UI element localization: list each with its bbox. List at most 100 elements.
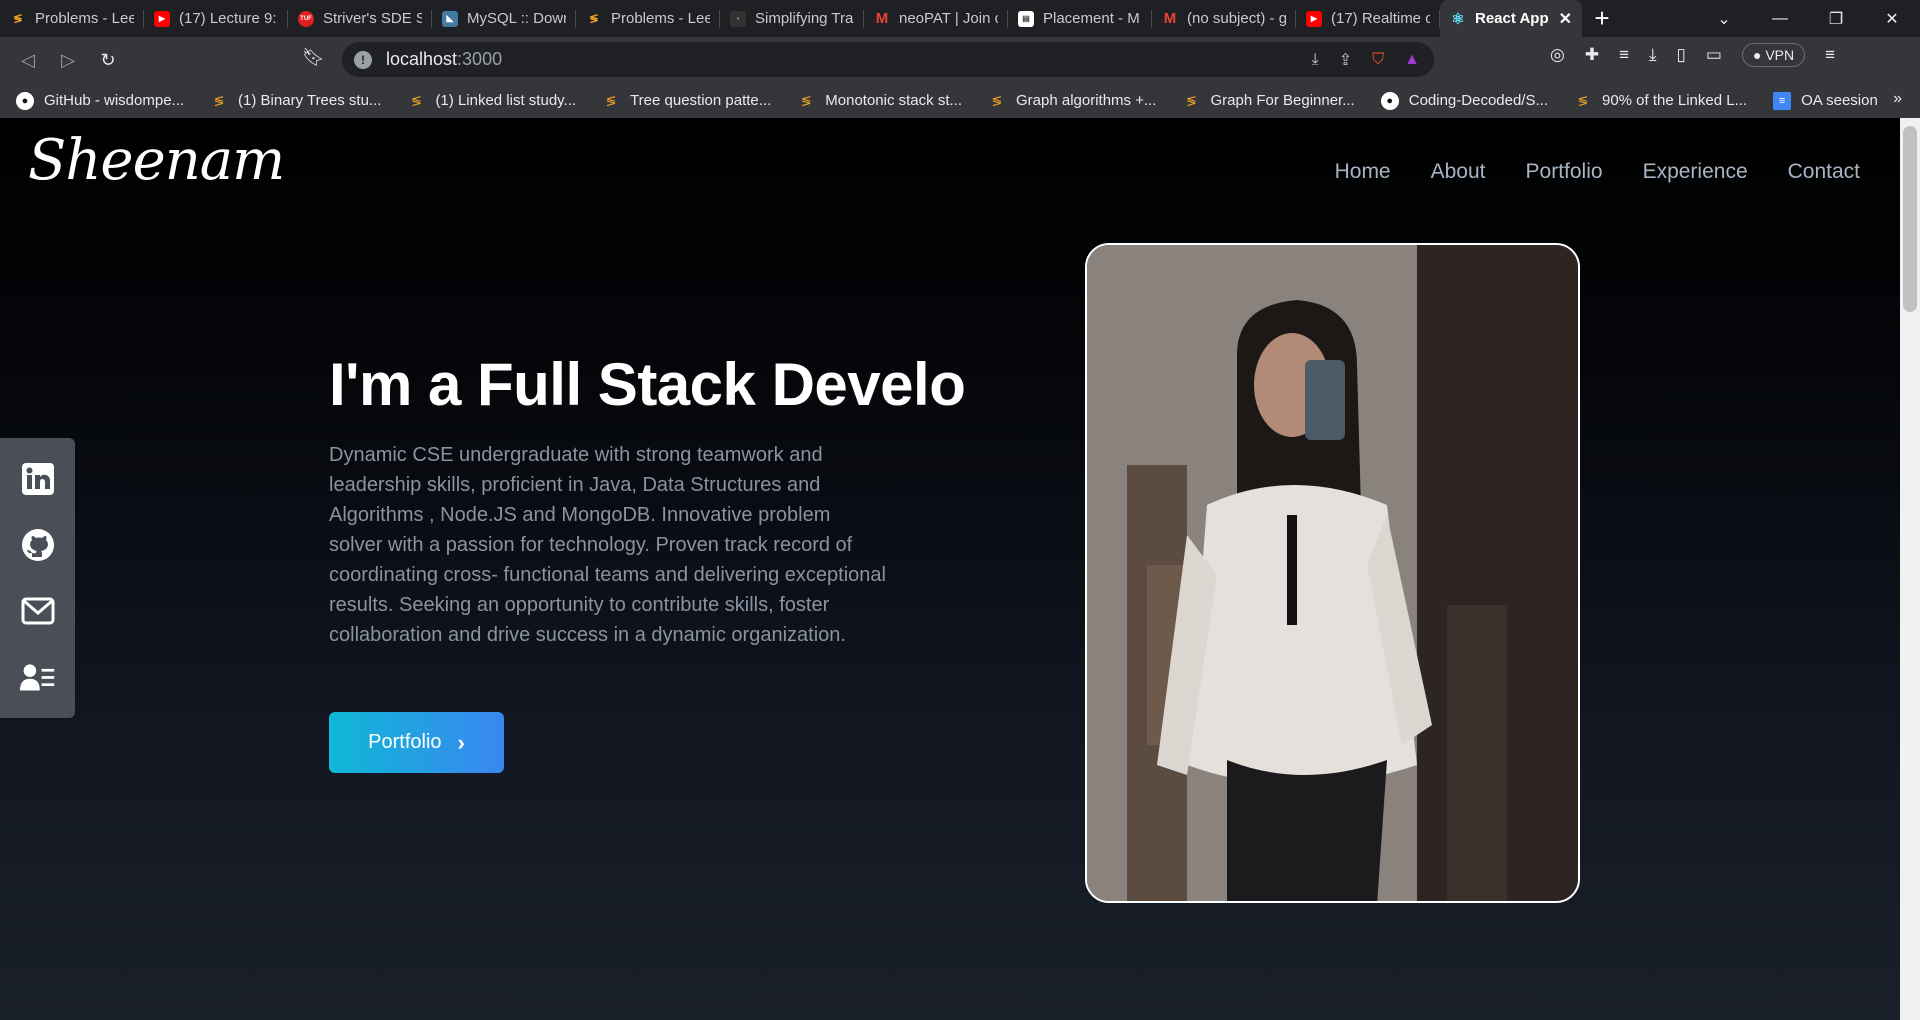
nav-home[interactable]: Home <box>1335 160 1391 184</box>
playlist-icon[interactable]: ≡ <box>1619 45 1629 65</box>
bookmark-label: Coding-Decoded/S... <box>1408 92 1548 109</box>
tab-title: Striver's SDE S <box>323 10 422 27</box>
nav-contact[interactable]: Contact <box>1788 160 1860 184</box>
minimize-icon[interactable]: — <box>1752 0 1808 37</box>
tab-active[interactable]: ⚛ React App ✕ <box>1440 0 1582 37</box>
leetcode-icon: ≶ <box>1186 92 1197 108</box>
hero-description: Dynamic CSE undergraduate with strong te… <box>329 444 886 646</box>
leetcode-icon: ≶ <box>13 13 23 25</box>
tab[interactable]: M (no subject) - g <box>1152 0 1296 37</box>
browser-window: ≶ Problems - Lee ▶ (17) Lecture 9: TUF Stri… <box>0 0 1920 1020</box>
tab-list: ≶ Problems - Lee ▶ (17) Lecture 9: TUF Stri… <box>0 0 1582 37</box>
brave-shield-icon[interactable]: ⛉ <box>1372 51 1384 69</box>
wallet-icon[interactable]: ◎ <box>1550 45 1565 65</box>
leetcode-icon: ≶ <box>991 92 1003 108</box>
nav-experience[interactable]: Experience <box>1643 160 1748 184</box>
leetcode-icon: ≶ <box>589 13 599 25</box>
bookmark-item[interactable]: ≡ OA seesion <box>1773 91 1878 110</box>
tab-title: MySQL :: Down <box>467 10 566 27</box>
crypto-wallet-icon[interactable]: ▭ <box>1706 45 1722 65</box>
forward-button[interactable]: ▷ <box>48 40 88 80</box>
bookmarks-bar: ● GitHub - wisdompe... ≶ (1) Binary Trees … <box>0 83 1920 118</box>
brave-rewards-icon[interactable]: ▲ <box>1404 51 1420 69</box>
leetcode-icon: ≶ <box>213 92 225 108</box>
bookmark-item[interactable]: ≶ Graph algorithms +... <box>988 92 1157 110</box>
bookmark-label: (1) Linked list study... <box>435 92 577 109</box>
bookmark-label: GitHub - wisdompe... <box>44 92 185 109</box>
leetcode-icon: ≶ <box>800 92 812 108</box>
bookmark-icon[interactable]: 🔖︎ <box>302 47 325 68</box>
tab[interactable]: ▤ Placement - M <box>1008 0 1152 37</box>
portfolio-button[interactable]: Portfolio › <box>329 712 504 773</box>
reload-button[interactable]: ↻ <box>88 40 128 80</box>
tab[interactable]: ▪ Simplifying Tra <box>720 0 864 37</box>
profile-photo-illustration <box>1087 245 1578 901</box>
page-scrollbar[interactable] <box>1900 118 1920 1020</box>
nav-about[interactable]: About <box>1431 160 1486 184</box>
extension-toolbar: ◎ ✚ ≡ ⤓ ▯ ▭ ● VPN ≡ <box>1550 43 1835 67</box>
tab[interactable]: ▶ (17) Realtime c <box>1296 0 1440 37</box>
back-button[interactable]: ◁ <box>8 40 48 80</box>
leetcode-icon: ≶ <box>1577 92 1589 108</box>
bookmark-item[interactable]: ≶ Graph For Beginner... <box>1182 92 1355 110</box>
tab-title: (17) Lecture 9: <box>179 10 277 27</box>
doc-icon: ▤ <box>1018 10 1034 27</box>
site-logo[interactable]: Sheenam <box>28 128 285 193</box>
nav-portfolio[interactable]: Portfolio <box>1526 160 1603 184</box>
vpn-label: VPN <box>1765 47 1795 63</box>
chevron-right-icon: › <box>457 729 465 755</box>
bookmark-label: (1) Binary Trees stu... <box>238 92 382 109</box>
mail-icon[interactable] <box>20 593 56 629</box>
install-icon[interactable]: ⤓ <box>1312 51 1319 69</box>
bookmark-item[interactable]: ≶ 90% of the Linked L... <box>1574 92 1748 110</box>
resume-icon[interactable] <box>19 659 56 695</box>
close-window-icon[interactable]: ✕ <box>1864 0 1920 37</box>
github-icon[interactable] <box>20 527 56 563</box>
bookmark-label: Tree question patte... <box>630 92 772 109</box>
tab[interactable]: ◣ MySQL :: Down <box>432 0 576 37</box>
bookmark-item[interactable]: ● Coding-Decoded/S... <box>1380 91 1548 110</box>
bookmarks-overflow-button[interactable]: » <box>1893 90 1902 108</box>
page-viewport: Sheenam Home About Portfolio Experience … <box>0 118 1900 1020</box>
bookmark-label: Monotonic stack st... <box>825 92 962 109</box>
url-port: :3000 <box>457 49 503 69</box>
extensions-icon[interactable]: ✚ <box>1585 45 1599 65</box>
gmail-icon: M <box>875 10 889 27</box>
restore-icon[interactable]: ❐ <box>1808 0 1864 37</box>
sidebar-icon[interactable]: ▯ <box>1677 45 1686 65</box>
vpn-button[interactable]: ● VPN <box>1741 43 1806 67</box>
leetcode-icon: ≶ <box>605 92 617 108</box>
tab[interactable]: TUF Striver's SDE S <box>288 0 432 37</box>
tab[interactable]: ≶ Problems - Lee <box>576 0 720 37</box>
new-tab-button[interactable]: + <box>1582 0 1622 37</box>
tab[interactable]: MneoPAT | Join c <box>864 0 1008 37</box>
tab[interactable]: ≶ Problems - Lee <box>0 0 144 37</box>
bookmark-item[interactable]: ≶ Tree question patte... <box>602 92 772 110</box>
info-icon[interactable]: ! <box>354 50 372 69</box>
bookmark-item[interactable]: ≶ (1) Binary Trees stu... <box>210 92 382 110</box>
site-nav: Home About Portfolio Experience Contact <box>1335 160 1860 184</box>
tab-title: Problems - Lee <box>35 10 134 27</box>
address-bar[interactable]: ! localhost:3000 ⤓ ⇪ ⛉ ▲ <box>342 42 1434 77</box>
share-icon[interactable]: ⇪ <box>1339 50 1352 70</box>
menu-icon[interactable]: ≡ <box>1825 45 1835 65</box>
react-icon: ⚛ <box>1451 10 1465 28</box>
page-icon: ▪ <box>730 10 746 27</box>
download-icon[interactable]: ⤓ <box>1649 45 1657 65</box>
tab[interactable]: ▶ (17) Lecture 9: <box>144 0 288 37</box>
bookmark-label: OA seesion <box>1801 92 1878 109</box>
tab-title: Problems - Lee <box>611 10 710 27</box>
portfolio-button-label: Portfolio <box>368 731 442 753</box>
bookmark-item[interactable]: ≶ (1) Linked list study... <box>407 92 576 110</box>
tab-title: React App <box>1475 10 1549 27</box>
url-text[interactable]: localhost:3000 <box>386 49 502 70</box>
linkedin-icon[interactable] <box>20 461 56 497</box>
bookmark-item[interactable]: ≶ Monotonic stack st... <box>797 92 962 110</box>
scrollbar-thumb[interactable] <box>1903 126 1917 312</box>
youtube-icon: ▶ <box>154 10 170 27</box>
bookmark-item[interactable]: ● GitHub - wisdompe... <box>16 91 185 110</box>
close-icon[interactable]: ✕ <box>1559 9 1572 29</box>
tab-search-icon[interactable]: ⌄ <box>1696 0 1752 37</box>
hero-title: I'm a Full Stack Develo <box>329 351 966 418</box>
social-sidebar <box>0 438 75 718</box>
